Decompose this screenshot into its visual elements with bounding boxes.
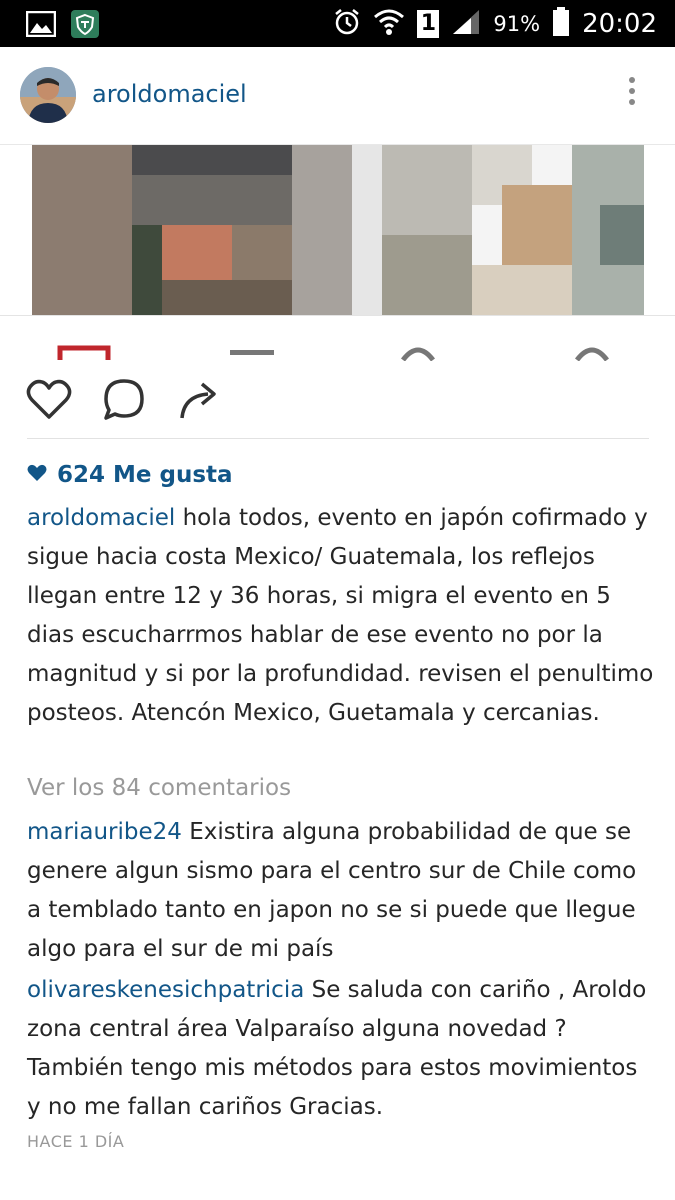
caption: aroldomaciel hola todos, evento en japón… xyxy=(27,499,657,733)
caption-username[interactable]: aroldomaciel xyxy=(27,505,175,531)
post-timestamp: HACE 1 DÍA xyxy=(27,1132,125,1151)
clock: 20:02 xyxy=(582,8,657,39)
post-header: aroldomaciel xyxy=(0,47,675,145)
comment: mariauribe24 Existira alguna probabilida… xyxy=(27,813,657,969)
comment: olivareskenesichpatricia Se saluda con c… xyxy=(27,971,657,1127)
post-username[interactable]: aroldomaciel xyxy=(92,80,247,108)
avatar[interactable] xyxy=(20,67,76,123)
wifi-icon xyxy=(373,8,405,40)
likes-count: 624 Me gusta xyxy=(57,462,233,488)
signal-icon xyxy=(451,8,481,40)
likes-row[interactable]: 624 Me gusta xyxy=(27,458,233,492)
post-image[interactable] xyxy=(0,145,675,315)
small-heart-icon xyxy=(27,464,47,486)
comment-username[interactable]: olivareskenesichpatricia xyxy=(27,977,304,1003)
like-heart-icon[interactable] xyxy=(26,378,72,424)
alarm-icon xyxy=(333,8,361,40)
comment-username[interactable]: mariauribe24 xyxy=(27,819,182,845)
status-bar: 1 91% 20:02 xyxy=(0,0,675,47)
share-icon[interactable] xyxy=(178,378,222,426)
sim-slot-badge: 1 xyxy=(417,9,440,38)
battery-icon xyxy=(552,6,570,41)
shield-app-icon xyxy=(70,9,100,43)
battery-percent: 91% xyxy=(493,11,541,36)
post-actions xyxy=(0,370,675,430)
caption-text: hola todos, evento en japón cofirmado y … xyxy=(27,505,654,726)
more-options-icon[interactable] xyxy=(629,77,637,110)
gallery-icon xyxy=(25,10,57,41)
view-all-comments-link[interactable]: Ver los 84 comentarios xyxy=(27,775,291,801)
sticker-shelf xyxy=(0,315,675,362)
comment-icon[interactable] xyxy=(102,378,146,426)
divider xyxy=(27,438,649,439)
